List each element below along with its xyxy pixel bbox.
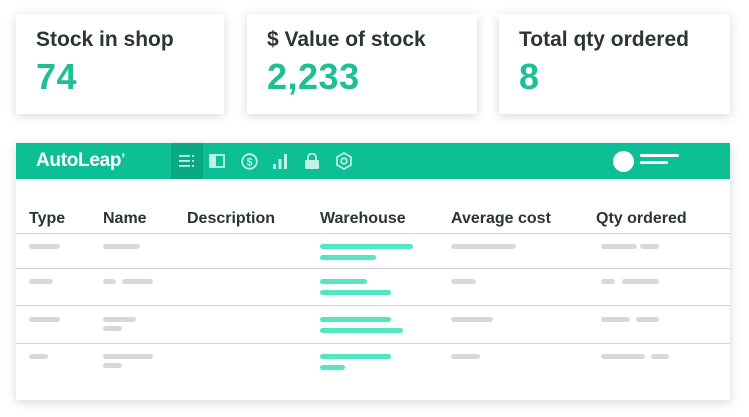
lock-icon [305,153,319,169]
nav-lock-icon[interactable] [296,143,328,179]
qty-ordered-placeholder [601,317,630,322]
header-divider [16,233,730,234]
row-divider [16,305,730,306]
gear-icon [336,152,352,170]
nav-list-icon[interactable] [171,143,203,179]
stat-card-value-of-stock: $ Value of stock 2,233 [247,14,477,114]
user-avatar[interactable] [613,151,634,172]
stat-label: Stock in shop [36,28,174,51]
qty-ordered-placeholder [601,354,645,359]
name-placeholder [103,354,153,359]
stat-label: Total qty ordered [519,28,689,51]
nav-bar-chart-icon[interactable] [264,143,296,179]
warehouse-placeholder [320,244,413,249]
warehouse-placeholder [320,328,403,333]
average-cost-placeholder [451,317,493,322]
row-divider [16,343,730,344]
nav-gear-icon[interactable] [328,143,360,179]
col-header-description[interactable]: Description [187,210,275,228]
list-icon [179,155,194,167]
warehouse-placeholder [320,354,391,359]
qty-ordered-placeholder [640,244,659,249]
dollar-icon: $ [240,152,258,170]
col-header-qty-ordered[interactable]: Qty ordered [596,210,687,228]
average-cost-placeholder [451,354,480,359]
col-header-warehouse[interactable]: Warehouse [320,210,406,228]
qty-ordered-placeholder [636,317,659,322]
type-placeholder [29,354,48,359]
name-placeholder [103,279,116,284]
stat-card-stock-in-shop: Stock in shop 74 [16,14,224,114]
type-placeholder [29,279,53,284]
bar-chart-icon [273,153,287,169]
col-header-name[interactable]: Name [103,210,147,228]
app-logo[interactable]: AutoLeap’ [36,150,125,172]
nav-sidebar-panel-icon[interactable] [201,143,233,179]
row-divider [16,268,730,269]
sidebar-panel-icon [209,154,225,168]
stat-card-total-qty-ordered: Total qty ordered 8 [499,14,730,114]
average-cost-placeholder [451,244,516,249]
user-name-placeholder [640,154,679,157]
warehouse-placeholder [320,255,376,260]
qty-ordered-placeholder [601,279,615,284]
stat-value: 74 [36,56,78,97]
inventory-panel: AutoLeap’ $ Type Name Description Wareho… [16,143,730,400]
user-role-placeholder [640,161,668,164]
warehouse-placeholder [320,365,345,370]
warehouse-placeholder [320,317,391,322]
warehouse-placeholder [320,290,391,295]
warehouse-placeholder [320,279,367,284]
type-placeholder [29,317,60,322]
name-placeholder [103,326,122,331]
qty-ordered-placeholder [622,279,659,284]
name-placeholder [103,317,136,322]
stat-value: 8 [519,56,540,97]
nav-dollar-icon[interactable]: $ [233,143,265,179]
qty-ordered-placeholder [651,354,669,359]
name-placeholder [103,363,122,368]
svg-text:$: $ [246,156,252,168]
name-placeholder [103,244,140,249]
name-placeholder [122,279,153,284]
qty-ordered-placeholder [601,244,637,249]
logo-text: AutoLeap [36,150,122,171]
app-topbar: AutoLeap’ $ [16,143,730,179]
stat-label: $ Value of stock [267,28,426,51]
stat-value: 2,233 [267,56,360,97]
col-header-type[interactable]: Type [29,210,65,228]
col-header-average-cost[interactable]: Average cost [451,210,551,228]
type-placeholder [29,244,60,249]
average-cost-placeholder [451,279,476,284]
logo-mark: ’ [121,150,125,166]
